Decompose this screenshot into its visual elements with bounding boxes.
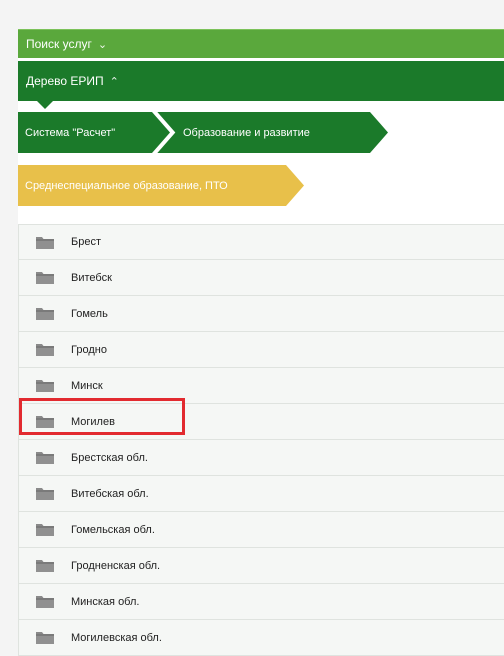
list-item[interactable]: Брест <box>19 224 504 260</box>
erip-tree-label: Дерево ЕРИП <box>26 74 104 88</box>
list-item[interactable]: Витебская обл. <box>19 476 504 512</box>
list-item-label: Минская обл. <box>71 595 140 608</box>
list-item-label: Брестская обл. <box>71 451 148 464</box>
list-item[interactable]: Гродненская обл. <box>19 548 504 584</box>
breadcrumb-item-system-raschet[interactable]: Система "Расчет" <box>18 112 170 153</box>
list-item-label: Минск <box>71 379 103 392</box>
folder-icon <box>35 631 55 650</box>
folder-icon <box>35 236 55 255</box>
list-item[interactable]: Гомельская обл. <box>19 512 504 548</box>
breadcrumb-item-secondary-education[interactable]: Среднеспециальное образование, ПТО <box>18 165 304 206</box>
breadcrumb-item-education[interactable]: Образование и развитие <box>156 112 388 153</box>
folder-icon <box>35 523 55 542</box>
folder-icon <box>35 595 55 614</box>
folder-icon <box>35 271 55 290</box>
tree-bar-pointer <box>36 100 54 109</box>
breadcrumb-label: Среднеспециальное образование, ПТО <box>25 179 228 192</box>
list-item[interactable]: Гомель <box>19 296 504 332</box>
list-item-label: Гродно <box>71 343 107 356</box>
search-services-bar[interactable]: Поиск услуг ⌄ <box>18 29 504 58</box>
list-item-label: Брест <box>71 236 101 248</box>
breadcrumb-label: Образование и развитие <box>183 126 310 139</box>
list-item[interactable]: Витебск <box>19 260 504 296</box>
folder-icon <box>35 451 55 470</box>
folder-icon <box>35 343 55 362</box>
list-item-label: Гомель <box>71 307 108 320</box>
folder-icon <box>35 307 55 326</box>
erip-panel: Поиск услуг ⌄ Дерево ЕРИП ⌃ Система "Рас… <box>18 29 504 656</box>
list-item-label: Витебск <box>71 271 112 284</box>
folder-icon <box>35 487 55 506</box>
list-item-label: Гомельская обл. <box>71 523 155 536</box>
list-item-label: Могилевская обл. <box>71 631 162 644</box>
list-item-label: Гродненская обл. <box>71 559 161 572</box>
folder-icon <box>35 559 55 578</box>
search-services-label: Поиск услуг <box>26 37 92 51</box>
list-item[interactable]: Гродно <box>19 332 504 368</box>
region-list: Брест Витебск Гомель Гродно Минск Могилев Брес… <box>18 224 504 656</box>
erip-tree-bar[interactable]: Дерево ЕРИП ⌃ <box>18 61 504 101</box>
chevron-up-icon: ⌃ <box>109 75 119 88</box>
breadcrumb-label: Система "Расчет" <box>25 126 116 139</box>
selection-highlight-box <box>19 398 185 435</box>
list-item[interactable]: Минская обл. <box>19 584 504 620</box>
list-item[interactable]: Могилевская обл. <box>19 620 504 656</box>
chevron-down-icon: ⌄ <box>97 38 108 51</box>
list-item-label: Витебская обл. <box>71 487 149 500</box>
list-item[interactable]: Брестская обл. <box>19 440 504 476</box>
folder-icon <box>35 379 55 398</box>
